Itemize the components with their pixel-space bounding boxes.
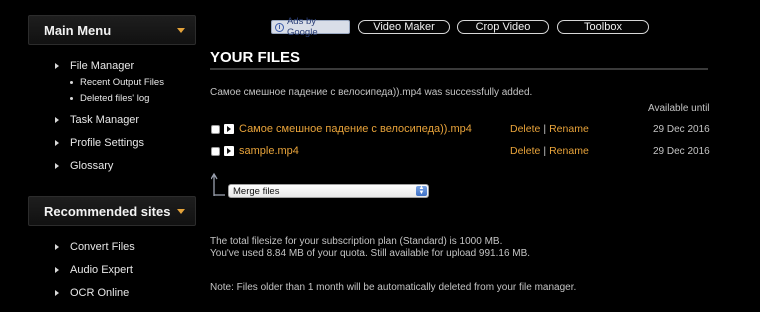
quota-total-text: The total filesize for your subscription… [210,236,503,247]
file-name-link[interactable]: sample.mp4 [239,145,299,157]
file-row: Самое смешное падение с велосипеда)).mp4… [211,122,711,136]
page-title: YOUR FILES [210,49,301,66]
bullet-dot-icon [70,81,73,84]
button-label: Crop Video [475,21,531,33]
sidebar-item-ocr-online[interactable]: OCR Online [55,287,129,299]
retention-note: Note: Files older than 1 month will be a… [210,282,577,293]
toolbox-button[interactable]: Toolbox [557,20,649,34]
delete-link[interactable]: Delete [510,145,540,157]
rename-link[interactable]: Rename [549,123,589,135]
file-actions: Delete | Rename [510,123,589,135]
quota-used-text: You've used 8.84 MB of your quota. Still… [210,248,531,259]
merge-select-value: Merge files [233,185,280,197]
sidebar-item-file-manager[interactable]: File Manager [55,60,134,72]
merge-files-select[interactable]: Merge files ▲ ▼ [228,184,429,198]
sidebar-subitem-recent-output-files[interactable]: Recent Output Files [70,77,164,88]
chevron-down-icon[interactable] [177,209,185,214]
rename-link[interactable]: Rename [549,145,589,157]
file-date: 29 Dec 2016 [653,123,710,135]
sidebar-item-label: Audio Expert [70,264,133,276]
play-icon[interactable] [224,124,234,134]
file-name-link[interactable]: Самое смешное падение с велосипеда)).mp4 [239,123,472,135]
sidebar-item-label: Task Manager [70,114,140,126]
bullet-arrow-icon [55,244,59,250]
play-icon[interactable] [224,146,234,156]
recommended-sites-header[interactable]: Recommended sites [28,196,196,226]
bullet-arrow-icon [55,117,59,123]
crop-video-button[interactable]: Crop Video [457,20,549,34]
sidebar-subitem-deleted-files-log[interactable]: Deleted files' log [70,93,149,104]
select-stepper-icon: ▲ ▼ [416,185,427,196]
bullet-arrow-icon [55,290,59,296]
delete-link[interactable]: Delete [510,123,540,135]
sidebar-item-audio-expert[interactable]: Audio Expert [55,264,133,276]
file-date: 29 Dec 2016 [653,145,710,157]
video-maker-button[interactable]: Video Maker [358,20,450,34]
success-message: Самое смешное падение с велосипеда)).mp4… [210,87,533,98]
button-label: Toolbox [584,21,622,33]
file-row: sample.mp4 Delete | Rename 29 Dec 2016 [211,144,711,158]
sidebar-item-label: Glossary [70,160,114,172]
action-separator: | [543,123,547,135]
available-until-header: Available until [648,103,710,114]
bullet-arrow-icon [55,140,59,146]
sidebar-item-label: Convert Files [70,241,135,253]
sidebar-item-label: OCR Online [70,287,130,299]
ads-by-google-badge[interactable]: i Ads by Google [271,16,350,38]
info-icon: i [275,22,284,32]
file-actions: Delete | Rename [510,145,589,157]
bullet-arrow-icon [55,267,59,273]
sidebar-item-glossary[interactable]: Glossary [55,160,113,172]
sidebar-item-label: File Manager [70,60,135,72]
chevron-down-icon[interactable] [177,28,185,33]
sidebar-subitem-label: Deleted files' log [80,93,150,104]
bullet-arrow-icon [55,163,59,169]
recommended-sites-title: Recommended sites [44,203,171,219]
title-divider [210,68,708,70]
file-checkbox[interactable] [211,124,220,134]
sidebar-item-label: Profile Settings [70,137,144,149]
main-menu-title: Main Menu [44,22,112,38]
file-checkbox[interactable] [211,146,220,156]
sidebar-item-profile-settings[interactable]: Profile Settings [55,137,144,149]
bullet-dot-icon [70,97,73,100]
button-label: Video Maker [373,21,435,33]
action-separator: | [543,145,547,157]
ads-label: Ads by Google [286,16,318,38]
bullet-arrow-icon [55,63,59,69]
sidebar-item-task-manager[interactable]: Task Manager [55,114,139,126]
sidebar-subitem-label: Recent Output Files [80,77,164,88]
main-menu-header[interactable]: Main Menu [28,15,196,45]
arrow-up-icon [211,172,225,196]
sidebar-item-convert-files[interactable]: Convert Files [55,241,135,253]
